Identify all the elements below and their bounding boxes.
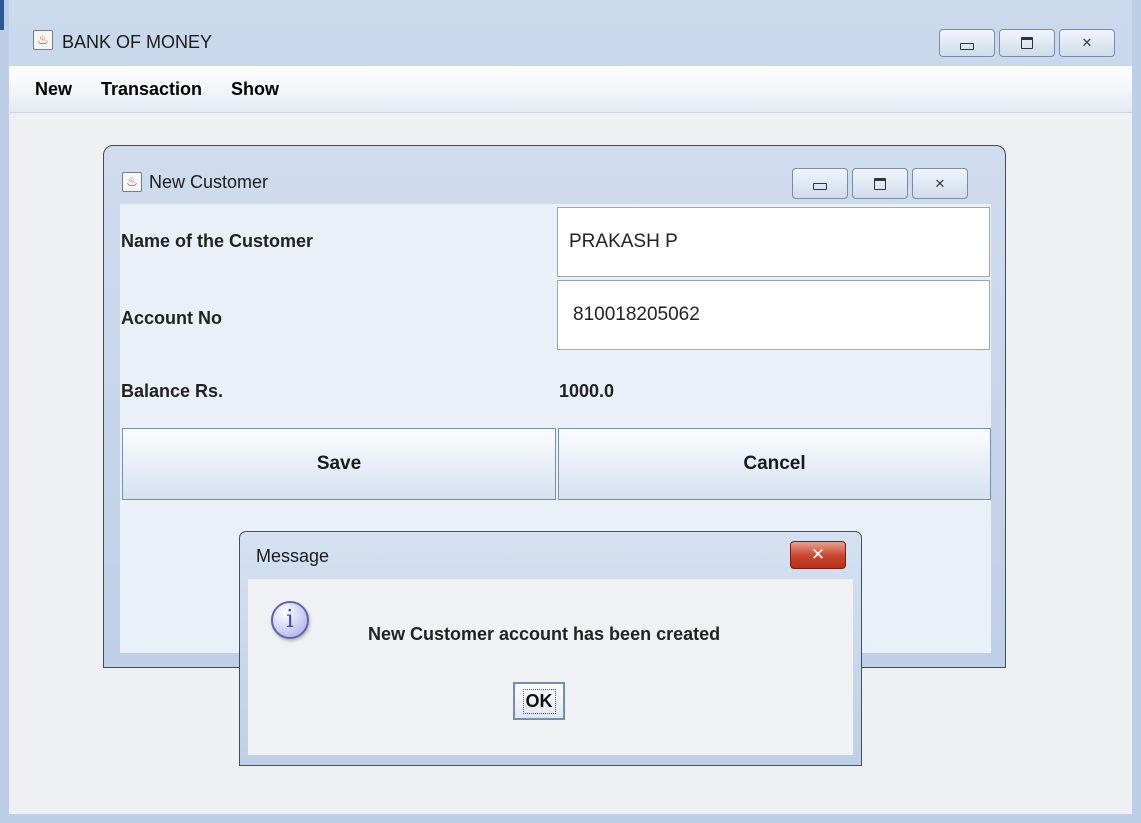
save-button[interactable]: Save	[122, 428, 556, 500]
minimize-icon	[960, 42, 974, 50]
close-icon: ✕	[810, 545, 826, 564]
cancel-button[interactable]: Cancel	[558, 428, 991, 500]
dialog-close-button[interactable]: ✕	[790, 541, 846, 569]
main-minimize-button[interactable]	[939, 29, 995, 57]
maximize-icon	[874, 177, 886, 190]
ok-button-label: OK	[522, 688, 556, 714]
dialog-message: New Customer account has been created	[368, 624, 721, 644]
account-no-field[interactable]: 810018205062	[557, 280, 990, 350]
menu-show[interactable]: Show	[215, 79, 292, 100]
frame-close-button[interactable]: ✕	[912, 168, 968, 199]
maximize-icon	[1021, 37, 1033, 49]
name-label: Name of the Customer	[121, 231, 314, 251]
main-window-controls: ✕	[939, 29, 1115, 57]
minimize-icon	[813, 183, 827, 190]
balance-value: 1000.0	[559, 381, 615, 401]
java-cup-icon: ♨	[33, 30, 53, 50]
main-close-button[interactable]: ✕	[1059, 29, 1115, 57]
main-maximize-button[interactable]	[999, 29, 1055, 57]
java-cup-icon: ♨	[122, 172, 142, 192]
frame-maximize-button[interactable]	[852, 168, 908, 199]
menu-transaction[interactable]: Transaction	[85, 79, 215, 100]
menu-bar: New Transaction Show	[9, 66, 1132, 113]
account-no-label: Account No	[121, 308, 222, 328]
message-dialog: Message ✕ i New Customer account has bee…	[239, 531, 862, 766]
ok-button[interactable]: OK	[513, 682, 565, 720]
new-customer-frame-title: New Customer	[149, 172, 269, 192]
main-title-bar[interactable]: ♨ BANK OF MONEY ✕	[9, 0, 1132, 66]
menu-new[interactable]: New	[9, 79, 85, 100]
close-icon: ✕	[1081, 35, 1093, 50]
close-icon: ✕	[934, 175, 946, 191]
info-icon: i	[271, 601, 309, 639]
message-dialog-body: i New Customer account has been created …	[248, 579, 853, 755]
customer-name-field[interactable]: PRAKASH P	[557, 207, 990, 277]
frame-window-controls: ✕	[792, 168, 968, 199]
main-window-title: BANK OF MONEY	[62, 32, 213, 52]
frame-minimize-button[interactable]	[792, 168, 848, 199]
message-dialog-title: Message	[256, 546, 330, 566]
balance-label: Balance Rs.	[121, 381, 224, 401]
